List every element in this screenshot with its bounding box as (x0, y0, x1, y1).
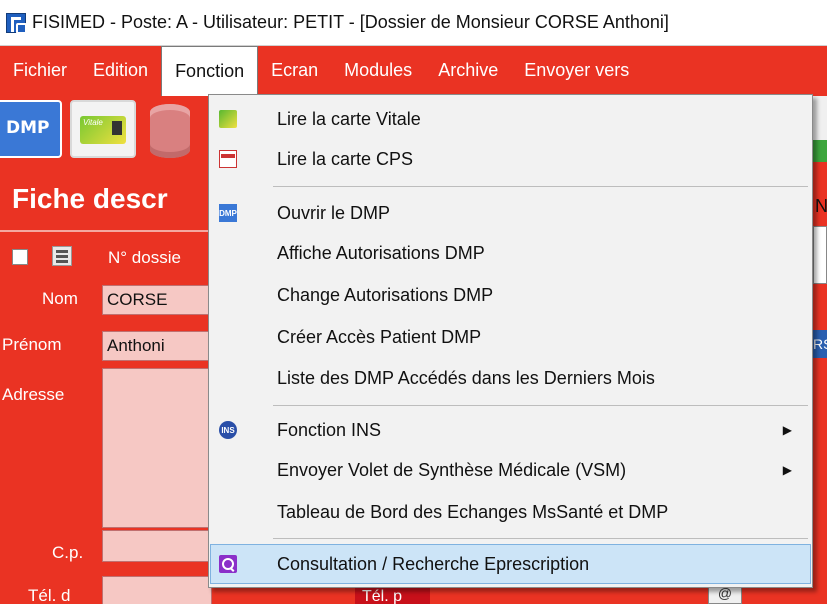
menu-item-label: Fonction INS (277, 419, 382, 440)
right-panel-edge (813, 96, 827, 146)
vitale-card-icon: Vitale (80, 116, 126, 144)
menu-item-creer-acces-patient-dmp[interactable]: Créer Accès Patient DMP (211, 317, 810, 357)
submenu-arrow-icon: ▶ (782, 423, 792, 437)
cps-card-icon (219, 150, 237, 168)
vitale-card-icon (219, 110, 237, 128)
fiche-title: Fiche descr (12, 183, 168, 214)
menu-separator (273, 186, 808, 187)
ins-icon: INS (219, 421, 237, 439)
menu-item-lire-carte-cps[interactable]: Lire la carte CPS (211, 139, 810, 179)
menu-item-fonction-ins[interactable]: INS Fonction INS ▶ (211, 410, 810, 450)
menu-item-tableau-de-bord[interactable]: Tableau de Bord des Echanges MsSanté et … (211, 492, 810, 532)
window-title: FISIMED - Poste: A - Utilisateur: PETIT … (32, 12, 669, 32)
search-icon (219, 555, 237, 573)
menu-item-ouvrir-dmp[interactable]: DMP Ouvrir le DMP (211, 193, 810, 233)
right-field-edge[interactable] (813, 226, 827, 284)
menu-item-envoyer-vsm[interactable]: Envoyer Volet de Synthèse Médicale (VSM)… (211, 450, 810, 490)
menu-fichier[interactable]: Fichier (0, 46, 80, 94)
menu-item-label: Créer Accès Patient DMP (277, 326, 482, 347)
nom-label: Nom (42, 289, 78, 308)
cp-label: C.p. (52, 543, 84, 562)
menu-item-label: Lire la carte Vitale (277, 108, 421, 129)
menu-separator (273, 538, 808, 539)
dossier-number-label: N° dossie (108, 248, 181, 267)
menu-item-label: Change Autorisations DMP (277, 284, 494, 305)
tel-domicile-label: Tél. d (28, 586, 71, 604)
nom-field[interactable]: CORSE (102, 285, 212, 315)
menu-bar: Fichier Edition Fonction Ecran Modules A… (0, 46, 827, 96)
submenu-arrow-icon: ▶ (782, 463, 792, 477)
cp-field[interactable] (102, 530, 212, 562)
vitale-card-label: Vitale (83, 118, 103, 127)
menu-item-liste-dmp-accedes[interactable]: Liste des DMP Accédés dans les Derniers … (211, 358, 810, 398)
fisimed-app-icon (6, 12, 27, 34)
menu-item-label: Liste des DMP Accédés dans les Derniers … (277, 367, 655, 388)
database-toolbar-button[interactable] (144, 100, 196, 158)
right-green-button[interactable] (813, 140, 827, 162)
database-icon (150, 104, 190, 158)
menu-item-label: Envoyer Volet de Synthèse Médicale (VSM) (277, 459, 627, 480)
dossier-row: N° dossie (0, 240, 210, 274)
title-divider (0, 230, 210, 232)
menu-ecran[interactable]: Ecran (258, 46, 331, 94)
tel-portable-label: Tél. p (362, 588, 403, 604)
menu-envoyer-vers[interactable]: Envoyer vers (511, 46, 642, 94)
dmp-button-label: DMP (6, 118, 50, 138)
prenom-field[interactable]: Anthoni (102, 331, 212, 361)
menu-archive[interactable]: Archive (425, 46, 511, 94)
fonction-dropdown-menu: Lire la carte Vitale Lire la carte CPS D… (208, 94, 813, 588)
vitale-card-photo (112, 121, 122, 135)
menu-fonction[interactable]: Fonction (161, 46, 259, 96)
title-bar: FISIMED - Poste: A - Utilisateur: PETIT … (0, 0, 827, 46)
dossier-checkbox[interactable] (12, 249, 28, 265)
menu-item-label: Lire la carte CPS (277, 148, 414, 169)
menu-edition[interactable]: Edition (80, 46, 161, 94)
adresse-label: Adresse (2, 385, 65, 404)
menu-item-label: Affiche Autorisations DMP (277, 242, 485, 263)
menu-separator (273, 405, 808, 406)
adresse-field[interactable] (102, 368, 212, 528)
toolbar: DMP Vitale (0, 96, 210, 164)
menu-item-label: Ouvrir le DMP (277, 202, 391, 223)
menu-item-consultation-eprescription[interactable]: Consultation / Recherche Eprescription (210, 544, 811, 584)
notes-icon[interactable] (52, 246, 72, 266)
vitale-toolbar-button[interactable]: Vitale (70, 100, 136, 158)
menu-item-label: Consultation / Recherche Eprescription (277, 553, 590, 574)
menu-item-label: Tableau de Bord des Echanges MsSanté et … (277, 501, 669, 522)
right-label-fragment: N (815, 196, 827, 216)
dmp-icon: DMP (219, 204, 237, 222)
menu-item-affiche-autorisations-dmp[interactable]: Affiche Autorisations DMP (211, 233, 810, 273)
menu-item-lire-carte-vitale[interactable]: Lire la carte Vitale (211, 99, 810, 139)
menu-item-change-autorisations-dmp[interactable]: Change Autorisations DMP (211, 275, 810, 315)
menu-modules[interactable]: Modules (331, 46, 425, 94)
prenom-label: Prénom (2, 335, 62, 354)
dmp-toolbar-button[interactable]: DMP (0, 100, 62, 158)
tel-domicile-field[interactable] (102, 576, 212, 604)
